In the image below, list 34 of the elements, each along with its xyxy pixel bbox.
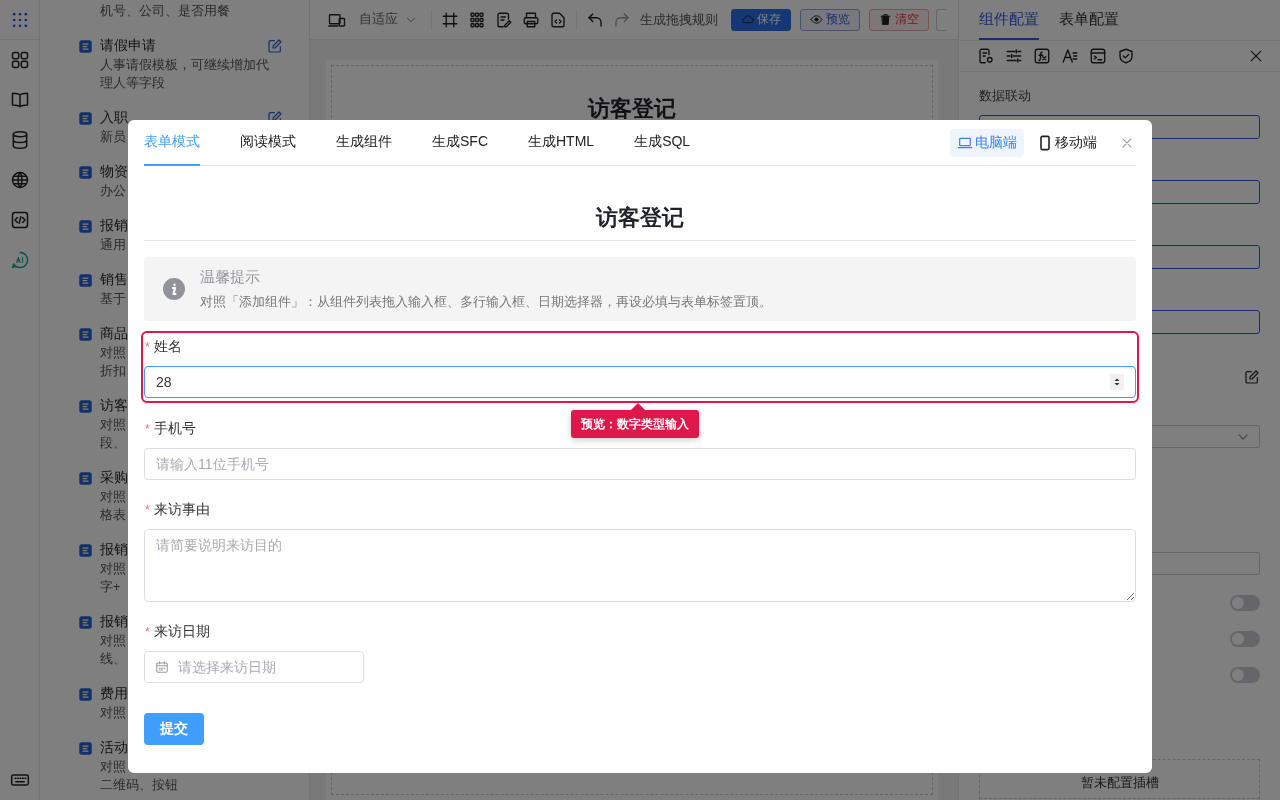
template-description: 字+ — [100, 579, 121, 596]
template-description: 对照 — [100, 705, 126, 722]
form-title: 访客登记 — [588, 95, 676, 123]
template-description: 对照 — [100, 345, 126, 362]
template-description: 二维码、按钮 — [100, 777, 178, 794]
field-label: 来访日期 — [153, 623, 210, 641]
form-title: 访客登记 — [144, 166, 1136, 241]
template-description: 通用 — [100, 237, 126, 254]
required-asterisk: * — [145, 422, 150, 436]
template-description: 格表 — [100, 507, 126, 524]
required-asterisk: * — [145, 340, 150, 354]
template-description: 人事请假模板，可继续增加代 — [100, 57, 269, 74]
required-asterisk: * — [145, 503, 150, 517]
template-description: 对照 — [100, 417, 126, 434]
template-description: 办公 — [100, 183, 126, 200]
template-description: 理人等字段 — [100, 75, 165, 92]
template-description: 机号、公司、是否用餐 — [100, 3, 230, 20]
notice-text: 对照「添加组件」：从组件列表拖入输入框、多行输入框、日期选择器，再设必填与表单标签置顶。 — [200, 292, 772, 311]
template-description: 对照 — [100, 489, 126, 506]
field-label: 手机号 — [153, 420, 196, 438]
template-description: 新员 — [100, 129, 126, 146]
template-description: 折扣 — [100, 363, 126, 380]
template-description: 对照 — [100, 759, 126, 776]
template-description: 对照 — [100, 561, 126, 578]
tooltip: 预览：数字类型输入 — [571, 410, 699, 438]
template-description: 段、 — [100, 435, 126, 452]
notice-title: 温馨提示 — [200, 267, 261, 287]
field-label: 姓名 — [153, 338, 182, 356]
template-description: 对照 — [100, 633, 126, 650]
template-description: 基于 — [100, 291, 126, 308]
field-label: 来访事由 — [153, 501, 210, 519]
required-asterisk: * — [145, 625, 150, 639]
template-description: 线、 — [100, 651, 126, 668]
section-label: 数据联动 — [979, 88, 1032, 105]
